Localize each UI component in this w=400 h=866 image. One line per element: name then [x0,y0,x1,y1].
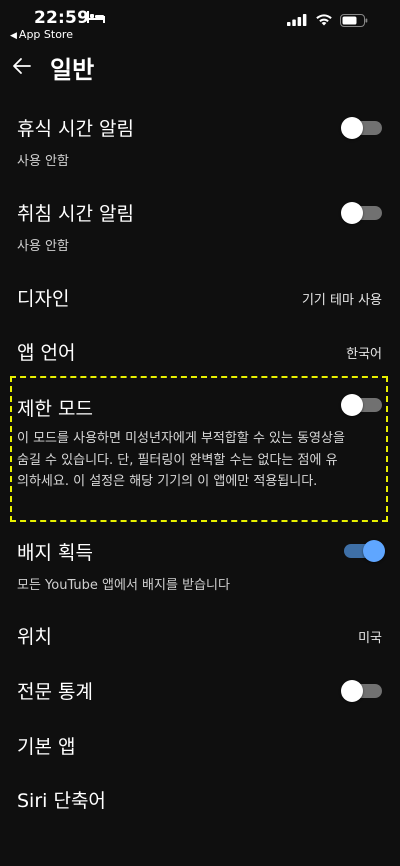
setting-app-language[interactable]: 앱 언어 한국어 [0,328,400,374]
setting-title: 배지 획득 [17,542,93,564]
back-to-app-icon: ◀ [10,31,17,41]
restricted-mode-description: 이 모드를 사용하면 미성년자에게 부적합할 수 있는 동영상을 숨길 수 있습… [17,431,345,489]
setting-location[interactable]: 위치 미국 [0,612,400,658]
wifi-icon [316,14,332,26]
setting-bedtime-reminder[interactable]: 취침 시간 알림 사용 안함 [0,189,400,267]
setting-title: 전문 통계 [17,681,93,703]
page-title: 일반 [50,56,95,84]
setting-title: 제한 모드 [17,398,93,420]
bedtime-reminder-toggle[interactable] [341,202,382,224]
back-to-app-link[interactable]: ◀ App Store [10,28,73,41]
header: 일반 [0,46,400,90]
setting-title: Siri 단축어 [17,790,106,812]
toggle-knob [341,680,363,702]
arrow-left-icon[interactable] [10,54,34,78]
setting-subtitle: 사용 안함 [17,154,69,169]
cellular-signal-icon [287,14,307,26]
setting-value: 미국 [358,631,382,646]
stats-for-nerds-toggle[interactable] [341,680,382,702]
bed-icon [87,11,105,23]
setting-stats-for-nerds[interactable]: 전문 통계 [0,667,400,713]
setting-subtitle: 모든 YouTube 앱에서 배지를 받습니다 [17,578,230,593]
setting-design[interactable]: 디자인 기기 테마 사용 [0,274,400,320]
setting-title: 디자인 [17,288,70,310]
toggle-knob [341,117,363,139]
back-to-app-label: App Store [18,28,73,41]
setting-title: 기본 앱 [17,736,76,758]
status-bar: 22:59 ◀ App Store [0,0,400,44]
restricted-mode-toggle[interactable] [341,394,382,416]
setting-title: 취침 시간 알림 [17,203,134,225]
setting-value: 기기 테마 사용 [301,293,382,308]
setting-value: 한국어 [346,347,382,362]
setting-default-apps[interactable]: 기본 앱 [0,722,400,768]
setting-title: 위치 [17,626,52,648]
setting-subtitle: 사용 안함 [17,239,69,254]
toggle-knob [341,202,363,224]
status-time: 22:59 [34,8,90,28]
setting-break-reminder[interactable]: 휴식 시간 알림 사용 안함 [0,104,400,182]
earn-badges-toggle[interactable] [344,540,385,562]
toggle-knob [341,394,363,416]
battery-icon [340,14,368,27]
setting-title: 휴식 시간 알림 [17,118,134,140]
setting-title: 앱 언어 [17,342,76,364]
toggle-knob [363,540,385,562]
break-reminder-toggle[interactable] [341,117,382,139]
setting-earn-badges[interactable]: 배지 획득 모든 YouTube 앱에서 배지를 받습니다 [0,528,400,598]
setting-siri-shortcuts[interactable]: Siri 단축어 [0,776,400,822]
